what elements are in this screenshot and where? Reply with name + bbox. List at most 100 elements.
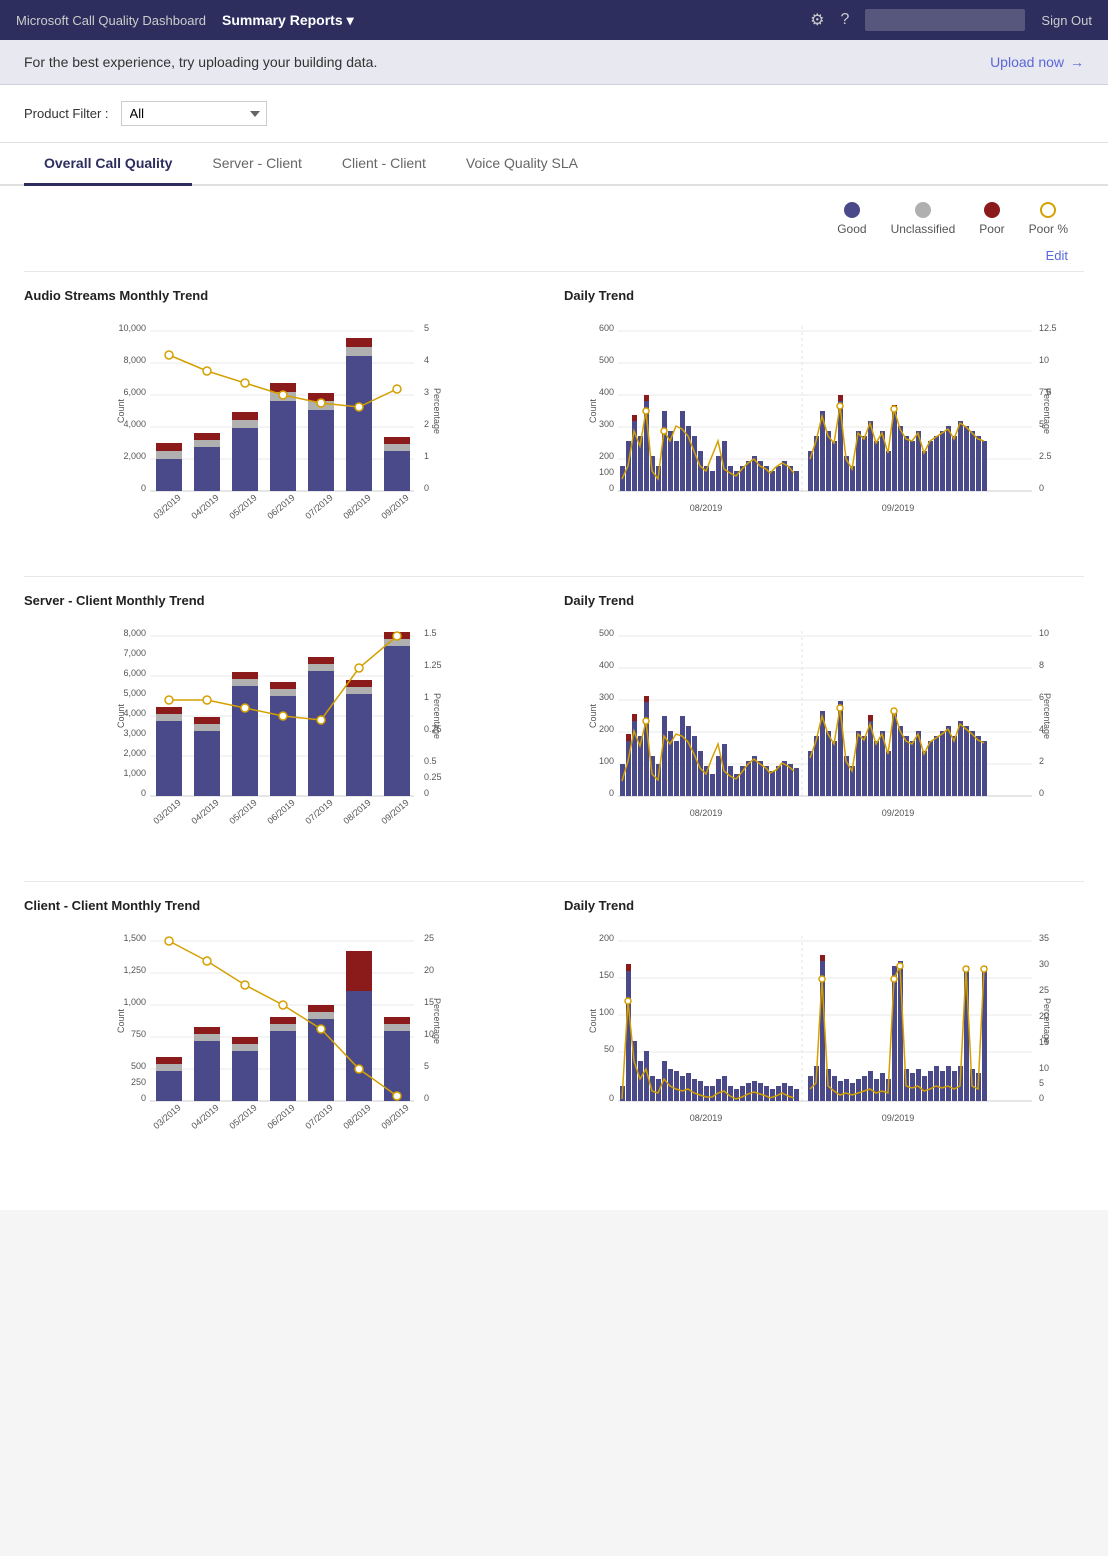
legend-poor: Poor xyxy=(979,202,1004,236)
svg-text:08/2019: 08/2019 xyxy=(690,1113,723,1123)
svg-text:4,000: 4,000 xyxy=(123,708,146,718)
svg-text:2: 2 xyxy=(1039,756,1044,766)
svg-text:05/2019: 05/2019 xyxy=(227,797,258,826)
svg-text:1,000: 1,000 xyxy=(123,768,146,778)
svg-text:250: 250 xyxy=(131,1077,146,1087)
banner-text: For the best experience, try uploading y… xyxy=(24,54,377,70)
svg-text:25: 25 xyxy=(424,933,434,943)
svg-text:50: 50 xyxy=(604,1044,614,1054)
svg-text:09/2019: 09/2019 xyxy=(882,503,915,513)
svg-text:07/2019: 07/2019 xyxy=(303,1102,334,1131)
svg-text:0: 0 xyxy=(141,483,146,493)
svg-text:08/2019: 08/2019 xyxy=(690,808,723,818)
svg-text:6,000: 6,000 xyxy=(123,668,146,678)
svg-text:Count: Count xyxy=(116,704,126,729)
svg-text:4: 4 xyxy=(424,355,429,365)
svg-text:500: 500 xyxy=(599,355,614,365)
svg-text:1: 1 xyxy=(424,692,429,702)
svg-text:Percentage: Percentage xyxy=(432,693,442,739)
server-daily-title: Daily Trend xyxy=(564,593,1084,608)
svg-text:150: 150 xyxy=(599,970,614,980)
audio-monthly-title: Audio Streams Monthly Trend xyxy=(24,288,544,303)
svg-text:500: 500 xyxy=(599,628,614,638)
svg-text:Percentage: Percentage xyxy=(432,998,442,1044)
svg-text:100: 100 xyxy=(599,467,614,477)
client-monthly-svg: 1,500 1,250 1,000 750 500 250 0 25 20 15… xyxy=(24,921,544,1151)
audio-daily-title: Daily Trend xyxy=(564,288,1084,303)
svg-text:06/2019: 06/2019 xyxy=(265,492,296,521)
poor-pct-dot xyxy=(1040,202,1056,218)
tab-voice-quality-sla[interactable]: Voice Quality SLA xyxy=(446,143,598,186)
svg-text:300: 300 xyxy=(599,692,614,702)
svg-text:08/2019: 08/2019 xyxy=(690,503,723,513)
brand-label: Microsoft Call Quality Dashboard xyxy=(16,13,206,28)
svg-text:0: 0 xyxy=(141,788,146,798)
good-dot xyxy=(844,202,860,218)
svg-text:3,000: 3,000 xyxy=(123,728,146,738)
search-input[interactable] xyxy=(865,9,1025,31)
svg-text:0: 0 xyxy=(609,788,614,798)
svg-text:Count: Count xyxy=(588,704,598,729)
tab-overall-call-quality[interactable]: Overall Call Quality xyxy=(24,143,192,186)
svg-text:0.25: 0.25 xyxy=(424,772,442,782)
nav-label: Summary Reports xyxy=(222,12,343,28)
svg-text:5,000: 5,000 xyxy=(123,688,146,698)
tab-server-client[interactable]: Server - Client xyxy=(192,143,321,186)
audio-monthly-chart: Audio Streams Monthly Trend 10,000 8,000… xyxy=(24,288,544,544)
svg-text:05/2019: 05/2019 xyxy=(227,1102,258,1131)
product-filter-select[interactable]: All Teams Skype for Business xyxy=(121,101,267,126)
client-daily-title: Daily Trend xyxy=(564,898,1084,913)
svg-text:09/2019: 09/2019 xyxy=(379,1102,410,1131)
audio-daily-chart: Daily Trend 600 500 400 300 200 100 0 12… xyxy=(564,288,1084,544)
svg-text:6,000: 6,000 xyxy=(123,387,146,397)
filter-label: Product Filter : xyxy=(24,106,109,121)
svg-text:Percentage: Percentage xyxy=(1042,998,1052,1044)
svg-text:1.5: 1.5 xyxy=(424,628,437,638)
svg-text:07/2019: 07/2019 xyxy=(303,492,334,521)
svg-text:08/2019: 08/2019 xyxy=(341,797,372,826)
upload-now-link[interactable]: Upload now → xyxy=(990,54,1084,70)
svg-text:750: 750 xyxy=(131,1029,146,1039)
audio-charts-row: Audio Streams Monthly Trend 10,000 8,000… xyxy=(24,271,1084,544)
client-daily-svg: 200 150 100 50 0 35 30 25 20 15 10 5 0 C… xyxy=(564,921,1084,1151)
summary-reports-nav[interactable]: Summary Reports ▾ xyxy=(222,12,354,29)
svg-text:500: 500 xyxy=(131,1061,146,1071)
svg-text:5: 5 xyxy=(1039,1078,1044,1088)
svg-text:4,000: 4,000 xyxy=(123,419,146,429)
svg-text:5: 5 xyxy=(424,323,429,333)
tab-client-client[interactable]: Client - Client xyxy=(322,143,446,186)
legend-poor-pct-label: Poor % xyxy=(1029,222,1068,236)
svg-text:04/2019: 04/2019 xyxy=(189,492,220,521)
client-client-charts-row: Client - Client Monthly Trend 1,500 1,25… xyxy=(24,881,1084,1154)
svg-text:200: 200 xyxy=(599,933,614,943)
svg-text:10: 10 xyxy=(1039,1063,1049,1073)
gear-icon[interactable]: ⚙ xyxy=(810,10,824,30)
svg-text:08/2019: 08/2019 xyxy=(341,1102,372,1131)
legend: Good Unclassified Poor Poor % xyxy=(0,186,1108,244)
svg-text:400: 400 xyxy=(599,660,614,670)
help-icon[interactable]: ? xyxy=(841,11,850,29)
svg-text:300: 300 xyxy=(599,419,614,429)
legend-unclassified-label: Unclassified xyxy=(891,222,956,236)
svg-text:1: 1 xyxy=(424,451,429,461)
poor-dot xyxy=(984,202,1000,218)
svg-text:8,000: 8,000 xyxy=(123,628,146,638)
svg-text:1,500: 1,500 xyxy=(123,933,146,943)
svg-text:06/2019: 06/2019 xyxy=(265,1102,296,1131)
unclassified-dot xyxy=(915,202,931,218)
charts-area: Audio Streams Monthly Trend 10,000 8,000… xyxy=(0,271,1108,1210)
svg-text:Count: Count xyxy=(116,1009,126,1034)
svg-text:8: 8 xyxy=(1039,660,1044,670)
svg-text:0.5: 0.5 xyxy=(424,756,437,766)
svg-text:0: 0 xyxy=(424,1093,429,1103)
server-monthly-chart: Server - Client Monthly Trend 8,000 7,00… xyxy=(24,593,544,849)
filter-bar: Product Filter : All Teams Skype for Bus… xyxy=(0,85,1108,143)
svg-text:600: 600 xyxy=(599,323,614,333)
svg-text:0: 0 xyxy=(424,788,429,798)
svg-text:0: 0 xyxy=(609,483,614,493)
edit-button[interactable]: Edit xyxy=(1046,248,1068,263)
client-monthly-title: Client - Client Monthly Trend xyxy=(24,898,544,913)
svg-text:06/2019: 06/2019 xyxy=(265,797,296,826)
svg-text:07/2019: 07/2019 xyxy=(303,797,334,826)
sign-out-button[interactable]: Sign Out xyxy=(1041,13,1092,28)
